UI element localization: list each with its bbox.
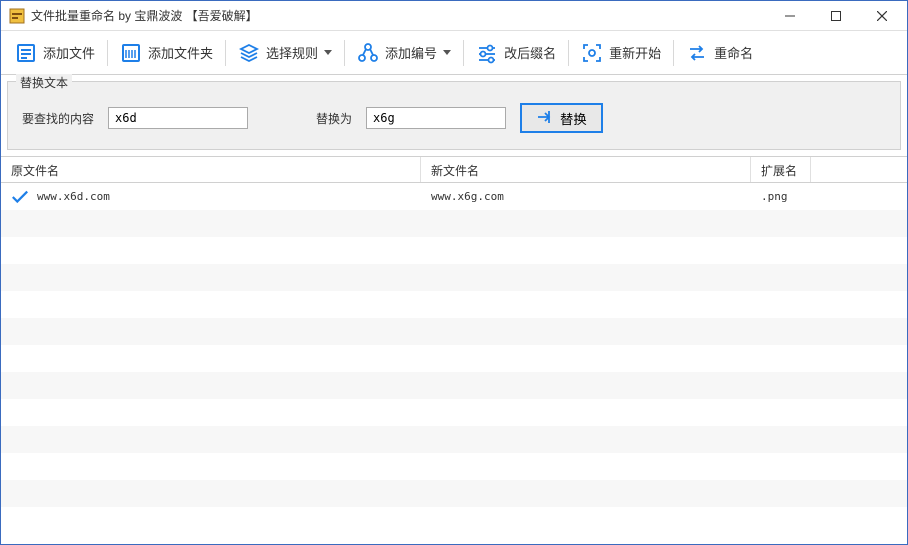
grid-body: www.x6d.com www.x6g.com .png (1, 183, 907, 507)
table-row (1, 237, 907, 264)
swap-icon (686, 42, 708, 64)
separator (107, 40, 108, 66)
table-row (1, 372, 907, 399)
cell-ext: .png (761, 190, 788, 203)
minimize-button[interactable] (767, 2, 813, 30)
change-ext-label: 改后缀名 (504, 43, 556, 62)
table-row[interactable]: www.x6d.com www.x6g.com .png (1, 183, 907, 210)
find-input[interactable] (108, 107, 248, 129)
replace-panel: 替换文本 要查找的内容 替换为 替换 (7, 81, 901, 150)
file-icon (15, 42, 37, 64)
titlebar: 文件批量重命名 by 宝鼎波波 【吾爱破解】 (1, 1, 907, 31)
col-ext[interactable]: 扩展名 (751, 157, 811, 182)
add-folder-label: 添加文件夹 (148, 43, 213, 62)
separator (673, 40, 674, 66)
col-new[interactable]: 新文件名 (421, 157, 751, 182)
add-folder-button[interactable]: 添加文件夹 (112, 35, 221, 71)
add-file-label: 添加文件 (43, 43, 95, 62)
cell-new: www.x6g.com (431, 190, 504, 203)
add-number-label: 添加编号 (385, 43, 437, 62)
select-rule-button[interactable]: 选择规则 (230, 35, 340, 71)
add-number-button[interactable]: 添加编号 (349, 35, 459, 71)
table-row (1, 453, 907, 480)
file-grid: 原文件名 新文件名 扩展名 www.x6d.com www.x6g.com .p… (1, 156, 907, 544)
table-row (1, 210, 907, 237)
rename-label: 重命名 (714, 43, 753, 62)
close-button[interactable] (859, 2, 905, 30)
grid-header: 原文件名 新文件名 扩展名 (1, 157, 907, 183)
restart-label: 重新开始 (609, 43, 661, 62)
folder-icon (120, 42, 142, 64)
replace-input[interactable] (366, 107, 506, 129)
check-icon (11, 189, 29, 205)
window-title: 文件批量重命名 by 宝鼎波波 【吾爱破解】 (31, 7, 767, 24)
app-icon (9, 8, 25, 24)
replace-button-label: 替换 (560, 109, 587, 128)
cell-original: www.x6d.com (37, 190, 110, 203)
separator (344, 40, 345, 66)
sliders-icon (476, 42, 498, 64)
table-row (1, 480, 907, 507)
col-original[interactable]: 原文件名 (1, 157, 421, 182)
separator (568, 40, 569, 66)
maximize-button[interactable] (813, 2, 859, 30)
restart-button[interactable]: 重新开始 (573, 35, 669, 71)
table-row (1, 318, 907, 345)
select-rule-label: 选择规则 (266, 43, 318, 62)
scan-icon (581, 42, 603, 64)
panel-title: 替换文本 (16, 74, 72, 91)
replace-label: 替换为 (316, 110, 352, 127)
replace-button[interactable]: 替换 (520, 103, 603, 133)
layers-icon (238, 42, 260, 64)
chevron-down-icon (324, 49, 332, 57)
add-file-button[interactable]: 添加文件 (7, 35, 103, 71)
separator (225, 40, 226, 66)
change-ext-button[interactable]: 改后缀名 (468, 35, 564, 71)
table-row (1, 426, 907, 453)
table-row (1, 264, 907, 291)
table-row (1, 345, 907, 372)
nodes-icon (357, 42, 379, 64)
separator (463, 40, 464, 66)
chevron-down-icon (443, 49, 451, 57)
find-label: 要查找的内容 (22, 110, 94, 127)
toolbar: 添加文件 添加文件夹 选择规则 添加编号 改后缀名 重新开始 (1, 31, 907, 75)
replace-icon (536, 108, 554, 129)
table-row (1, 291, 907, 318)
table-row (1, 399, 907, 426)
rename-button[interactable]: 重命名 (678, 35, 761, 71)
